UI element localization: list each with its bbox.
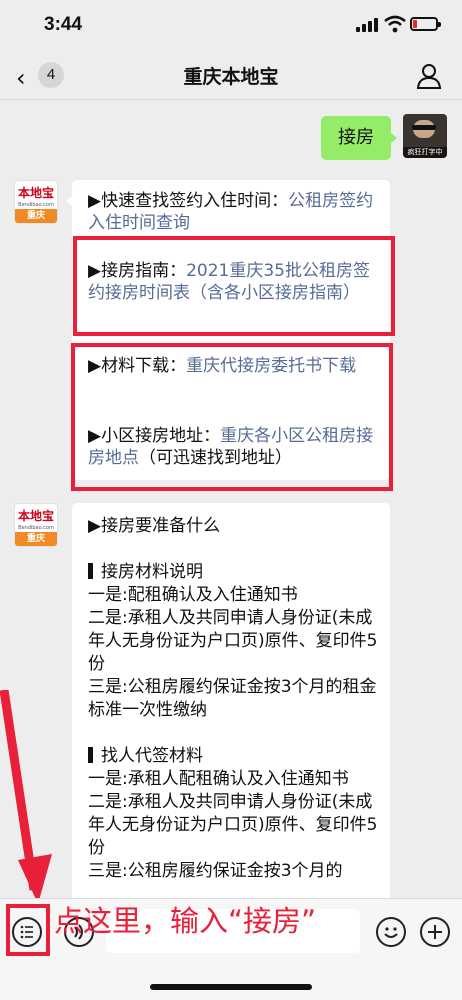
red-arrow-annotation [0, 690, 52, 904]
status-time: 3:44 [44, 14, 83, 35]
message-line: 一是:配租确认及入住通知书 [88, 585, 298, 605]
highlight-box [6, 904, 50, 956]
battery-icon [410, 17, 441, 31]
chat-header: ‹ 4 重庆本地宝 [0, 50, 462, 100]
section-heading: 找人代签材料 [88, 745, 380, 768]
item-label: ▶快速查找签约入住时间： [88, 191, 289, 211]
signal-icon [356, 18, 378, 32]
bendibao-avatar[interactable]: 本地宝 Bendibao.com 重庆 [14, 503, 58, 547]
list-item: ▶快速查找签约入住时间：公租房签约入住时间查询 [88, 190, 378, 234]
bendibao-avatar[interactable]: 本地宝 Bendibao.com 重庆 [14, 180, 58, 224]
logo-city: 重庆 [15, 209, 57, 223]
message-line: 三是:公租房履约保证金按3个月的 [88, 861, 343, 881]
annotation-text: 点这里，输入“接房” [54, 904, 317, 938]
highlight-box [73, 236, 395, 336]
sent-message-bubble[interactable]: 接房 [321, 116, 397, 160]
user-avatar[interactable]: 疯狂打字中 [403, 114, 447, 158]
status-bar: 3:44 [0, 0, 462, 50]
highlight-box [71, 343, 393, 491]
profile-icon[interactable] [414, 61, 444, 91]
message-line: ▶接房要准备什么 [88, 516, 221, 536]
section-heading: 接房材料说明 [88, 561, 380, 584]
emoji-icon[interactable] [376, 917, 406, 947]
avatar-caption: 疯狂打字中 [403, 147, 447, 158]
logo-brand: 本地宝 [17, 509, 54, 523]
logo-city: 重庆 [15, 532, 57, 546]
home-indicator [150, 984, 312, 990]
message-line: 二是:承租人及共同申请人身份证(未成年人无身份证为户口页)原件、复印件5份 [88, 608, 378, 674]
logo-url: Bendibao.com [18, 202, 54, 208]
message-line: 三是:公租房履约保证金按3个月的租金标准一次性缴纳 [88, 677, 377, 720]
wifi-icon [384, 15, 406, 33]
received-message-bubble: ▶接房要准备什么 接房材料说明 一是:配租确认及入住通知书 二是:承租人及共同申… [72, 503, 390, 923]
logo-url: Bendibao.com [18, 525, 54, 531]
chat-title: 重庆本地宝 [183, 66, 279, 88]
logo-brand: 本地宝 [17, 186, 54, 200]
message-line: 二是:承租人及共同申请人身份证(未成年人无身份证为户口页)原件、复印件5份 [88, 792, 378, 858]
plus-icon[interactable] [420, 917, 450, 947]
message-line: 一是:承租人配租确认及入住通知书 [88, 769, 349, 789]
